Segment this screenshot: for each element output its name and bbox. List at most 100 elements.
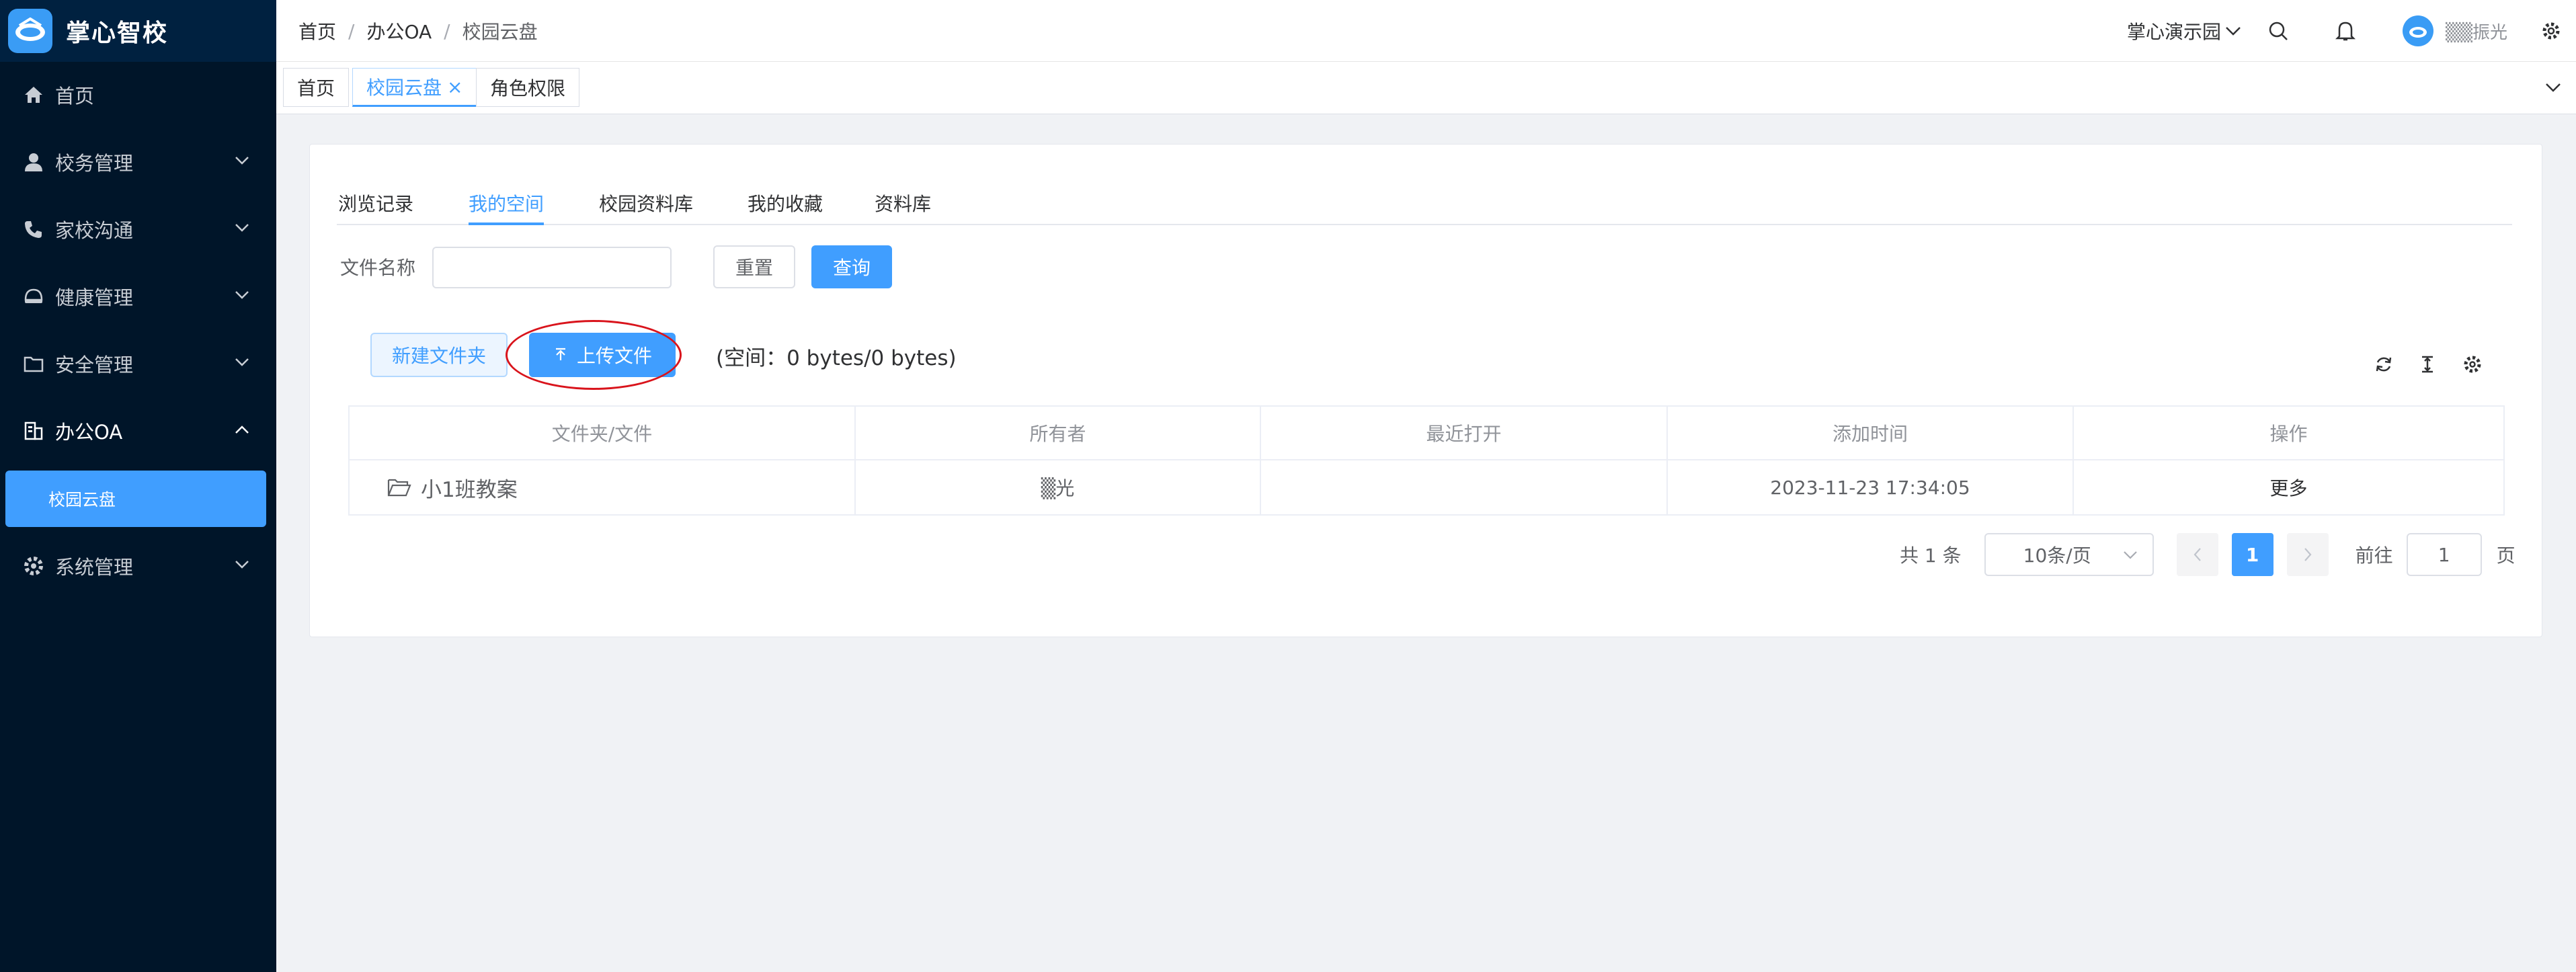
total-count: 共 1 条 — [1900, 544, 1962, 567]
goto-page-value: 1 — [2438, 543, 2450, 566]
sidebar-item-label: 家校沟通 — [55, 219, 134, 242]
sidebar-item-safety[interactable]: 安全管理 — [0, 333, 276, 394]
chevron-down-icon — [235, 224, 249, 232]
sidebar-item-home[interactable]: 首页 — [0, 65, 276, 125]
tag-label: 校园云盘 — [366, 77, 442, 99]
column-height-icon[interactable] — [2416, 353, 2439, 376]
tags-view: 首页 校园云盘 × 角色权限 — [276, 62, 2576, 114]
chevron-down-icon — [235, 561, 249, 569]
sidebar-item-label: 健康管理 — [55, 286, 134, 309]
tag-close-icon[interactable]: × — [447, 76, 462, 98]
breadcrumb-separator: / — [444, 19, 450, 42]
chevron-down-icon — [235, 157, 249, 165]
column-header: 文件夹/文件 — [350, 407, 856, 459]
home-icon — [22, 85, 46, 105]
more-action-link[interactable]: 更多 — [2074, 460, 2503, 514]
header-actions: 掌心演示园 ▒▒振光 — [2127, 0, 2576, 62]
table-header-row: 文件夹/文件 所有者 最近打开 添加时间 操作 — [350, 407, 2503, 460]
folder-name[interactable]: 小1班教案 — [421, 473, 518, 503]
query-button-label: 查询 — [832, 257, 871, 279]
annotation-highlight-oval — [506, 320, 682, 390]
last-open-cell — [1261, 460, 1668, 514]
tab-resource-library[interactable]: 资料库 — [875, 188, 931, 225]
tag-label: 角色权限 — [490, 77, 566, 99]
chevron-down-icon — [235, 358, 249, 366]
goto-page-input[interactable]: 1 — [2406, 533, 2482, 576]
column-header: 最近打开 — [1261, 407, 1668, 459]
column-header: 所有者 — [856, 407, 1261, 459]
file-name-label: 文件名称 — [340, 257, 416, 279]
helmet-icon — [22, 286, 46, 307]
prev-page-button[interactable] — [2176, 533, 2218, 576]
table-settings-icon[interactable] — [2461, 353, 2484, 376]
breadcrumb: 首页 / 办公OA / 校园云盘 — [298, 0, 538, 62]
sidebar-item-school-affairs[interactable]: 校务管理 — [0, 132, 276, 192]
new-folder-button[interactable]: 新建文件夹 — [370, 333, 508, 377]
breadcrumb-item-current: 校园云盘 — [462, 21, 538, 43]
gear-icon — [22, 556, 46, 576]
sidebar-item-office-oa[interactable]: 办公OA — [0, 401, 276, 461]
sidebar-item-label: 办公OA — [55, 421, 123, 444]
building-icon — [22, 421, 46, 441]
new-folder-label: 新建文件夹 — [391, 345, 486, 367]
page-size-select[interactable]: 10条/页 — [1984, 533, 2154, 576]
sidebar-subitem-label: 校园云盘 — [48, 490, 116, 510]
app-title: 掌心智校 — [66, 19, 169, 47]
sidebar-item-home-school[interactable]: 家校沟通 — [0, 199, 276, 259]
chevron-down-icon[interactable] — [2225, 26, 2241, 36]
logo: 掌心智校 — [0, 0, 276, 62]
sidebar-item-health[interactable]: 健康管理 — [0, 266, 276, 327]
logo-icon — [8, 9, 52, 53]
chevron-up-icon — [235, 426, 249, 434]
added-time-cell: 2023-11-23 17:34:05 — [1668, 460, 2074, 514]
next-page-button[interactable] — [2286, 533, 2329, 576]
chevron-right-icon — [2304, 548, 2312, 561]
tab-browse-history[interactable]: 浏览记录 — [338, 188, 413, 225]
sidebar-item-label: 校务管理 — [55, 152, 134, 175]
table-row: 小1班教案 ▒光 2023-11-23 17:34:05 更多 — [350, 460, 2503, 514]
content-card: 浏览记录 我的空间 校园资料库 我的收藏 资料库 文件名称 重置 查询 新建文件… — [309, 144, 2542, 637]
school-selector[interactable]: 掌心演示园 — [2127, 17, 2221, 44]
user-name[interactable]: ▒▒振光 — [2446, 19, 2507, 44]
tab-my-space[interactable]: 我的空间 — [469, 188, 545, 225]
tag-label: 首页 — [297, 77, 335, 99]
page-size-value: 10条/页 — [2023, 544, 2091, 567]
breadcrumb-item[interactable]: 办公OA — [366, 17, 432, 44]
tag-role-permissions[interactable]: 角色权限 — [476, 68, 580, 107]
top-header: 首页 / 办公OA / 校园云盘 掌心演示园 ▒▒振光 — [276, 0, 2576, 62]
tag-campus-cloud[interactable]: 校园云盘 × — [352, 68, 477, 107]
user-icon — [22, 152, 46, 172]
phone-icon — [22, 219, 46, 239]
chevron-down-icon — [2123, 551, 2137, 559]
sidebar-subitem-campus-cloud[interactable]: 校园云盘 — [5, 471, 266, 527]
chevron-down-icon — [235, 291, 249, 299]
reset-button[interactable]: 重置 — [713, 245, 795, 288]
search-icon[interactable] — [2268, 21, 2288, 41]
goto-label: 前往 — [2355, 544, 2393, 567]
sidebar-item-label: 首页 — [55, 85, 95, 108]
sidebar-item-label: 安全管理 — [55, 354, 134, 376]
file-table: 文件夹/文件 所有者 最近打开 添加时间 操作 小1班教案 ▒光 2023-11… — [348, 405, 2505, 516]
owner-cell: ▒光 — [856, 460, 1261, 514]
page-suffix: 页 — [2496, 544, 2515, 567]
avatar[interactable] — [2403, 15, 2433, 46]
storage-usage: (空间：0 bytes/0 bytes) — [716, 346, 957, 370]
tab-my-favorites[interactable]: 我的收藏 — [748, 188, 823, 225]
page-number-active[interactable]: 1 — [2231, 533, 2273, 576]
tabs: 浏览记录 我的空间 校园资料库 我的收藏 资料库 — [337, 188, 2512, 225]
bell-icon[interactable] — [2335, 20, 2356, 42]
page-number-label: 1 — [2245, 543, 2259, 566]
reset-button-label: 重置 — [735, 257, 773, 279]
column-header: 添加时间 — [1668, 407, 2074, 459]
chevron-down-icon[interactable] — [2545, 82, 2561, 93]
file-name-input[interactable] — [432, 247, 672, 288]
refresh-icon[interactable] — [2372, 353, 2395, 376]
tag-home[interactable]: 首页 — [283, 68, 350, 107]
sidebar-item-system[interactable]: 系统管理 — [0, 536, 276, 596]
tab-campus-library[interactable]: 校园资料库 — [599, 188, 693, 225]
query-button[interactable]: 查询 — [811, 245, 892, 288]
folder-icon — [22, 354, 46, 374]
breadcrumb-item[interactable]: 首页 — [298, 17, 336, 44]
folder-name-cell[interactable]: 小1班教案 — [350, 460, 856, 514]
settings-gear-icon[interactable] — [2541, 21, 2561, 41]
